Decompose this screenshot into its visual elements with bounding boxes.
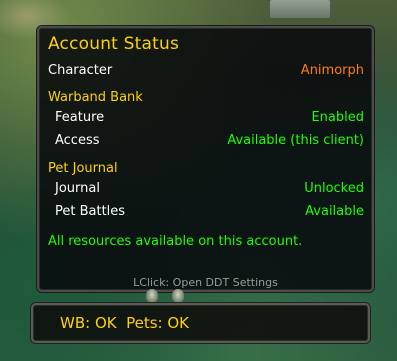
warband-feature-row: Feature Enabled [39,109,372,127]
connector-nub-left [146,289,158,303]
pet-journal-heading: Pet Journal [48,161,118,176]
warband-access-row: Access Available (this client) [39,132,372,150]
click-hint: LClick: Open DDT Settings [133,276,278,289]
character-label: Character [48,63,113,78]
summary-text: All resources available on this account. [48,234,303,249]
warband-bank-heading: Warband Bank [48,90,143,105]
pet-journal-value: Unlocked [304,181,364,196]
tooltip-title: Account Status [48,34,180,54]
warband-access-value: Available (this client) [227,133,364,148]
character-value: Animorph [300,63,364,78]
pet-battles-label: Pet Battles [55,204,126,219]
warband-bank-heading-row: Warband Bank [39,89,372,107]
pet-battles-row: Pet Battles Available [39,203,372,221]
warband-feature-value: Enabled [311,110,364,125]
connector-nub-right [172,289,184,303]
account-status-tooltip: Account Status Character Animorph Warban… [37,26,374,292]
pet-journal-label: Journal [55,181,100,196]
character-row: Character Animorph [39,62,372,80]
pet-battles-value: Available [305,204,364,219]
data-broker-bar[interactable]: WB: OK Pets: OK [31,303,370,343]
pet-journal-row: Journal Unlocked [39,180,372,198]
warband-access-label: Access [55,133,100,148]
warband-feature-label: Feature [55,110,105,125]
broker-status-text: WB: OK Pets: OK [60,314,190,332]
pet-journal-heading-row: Pet Journal [39,160,372,178]
background-stone [270,0,330,18]
